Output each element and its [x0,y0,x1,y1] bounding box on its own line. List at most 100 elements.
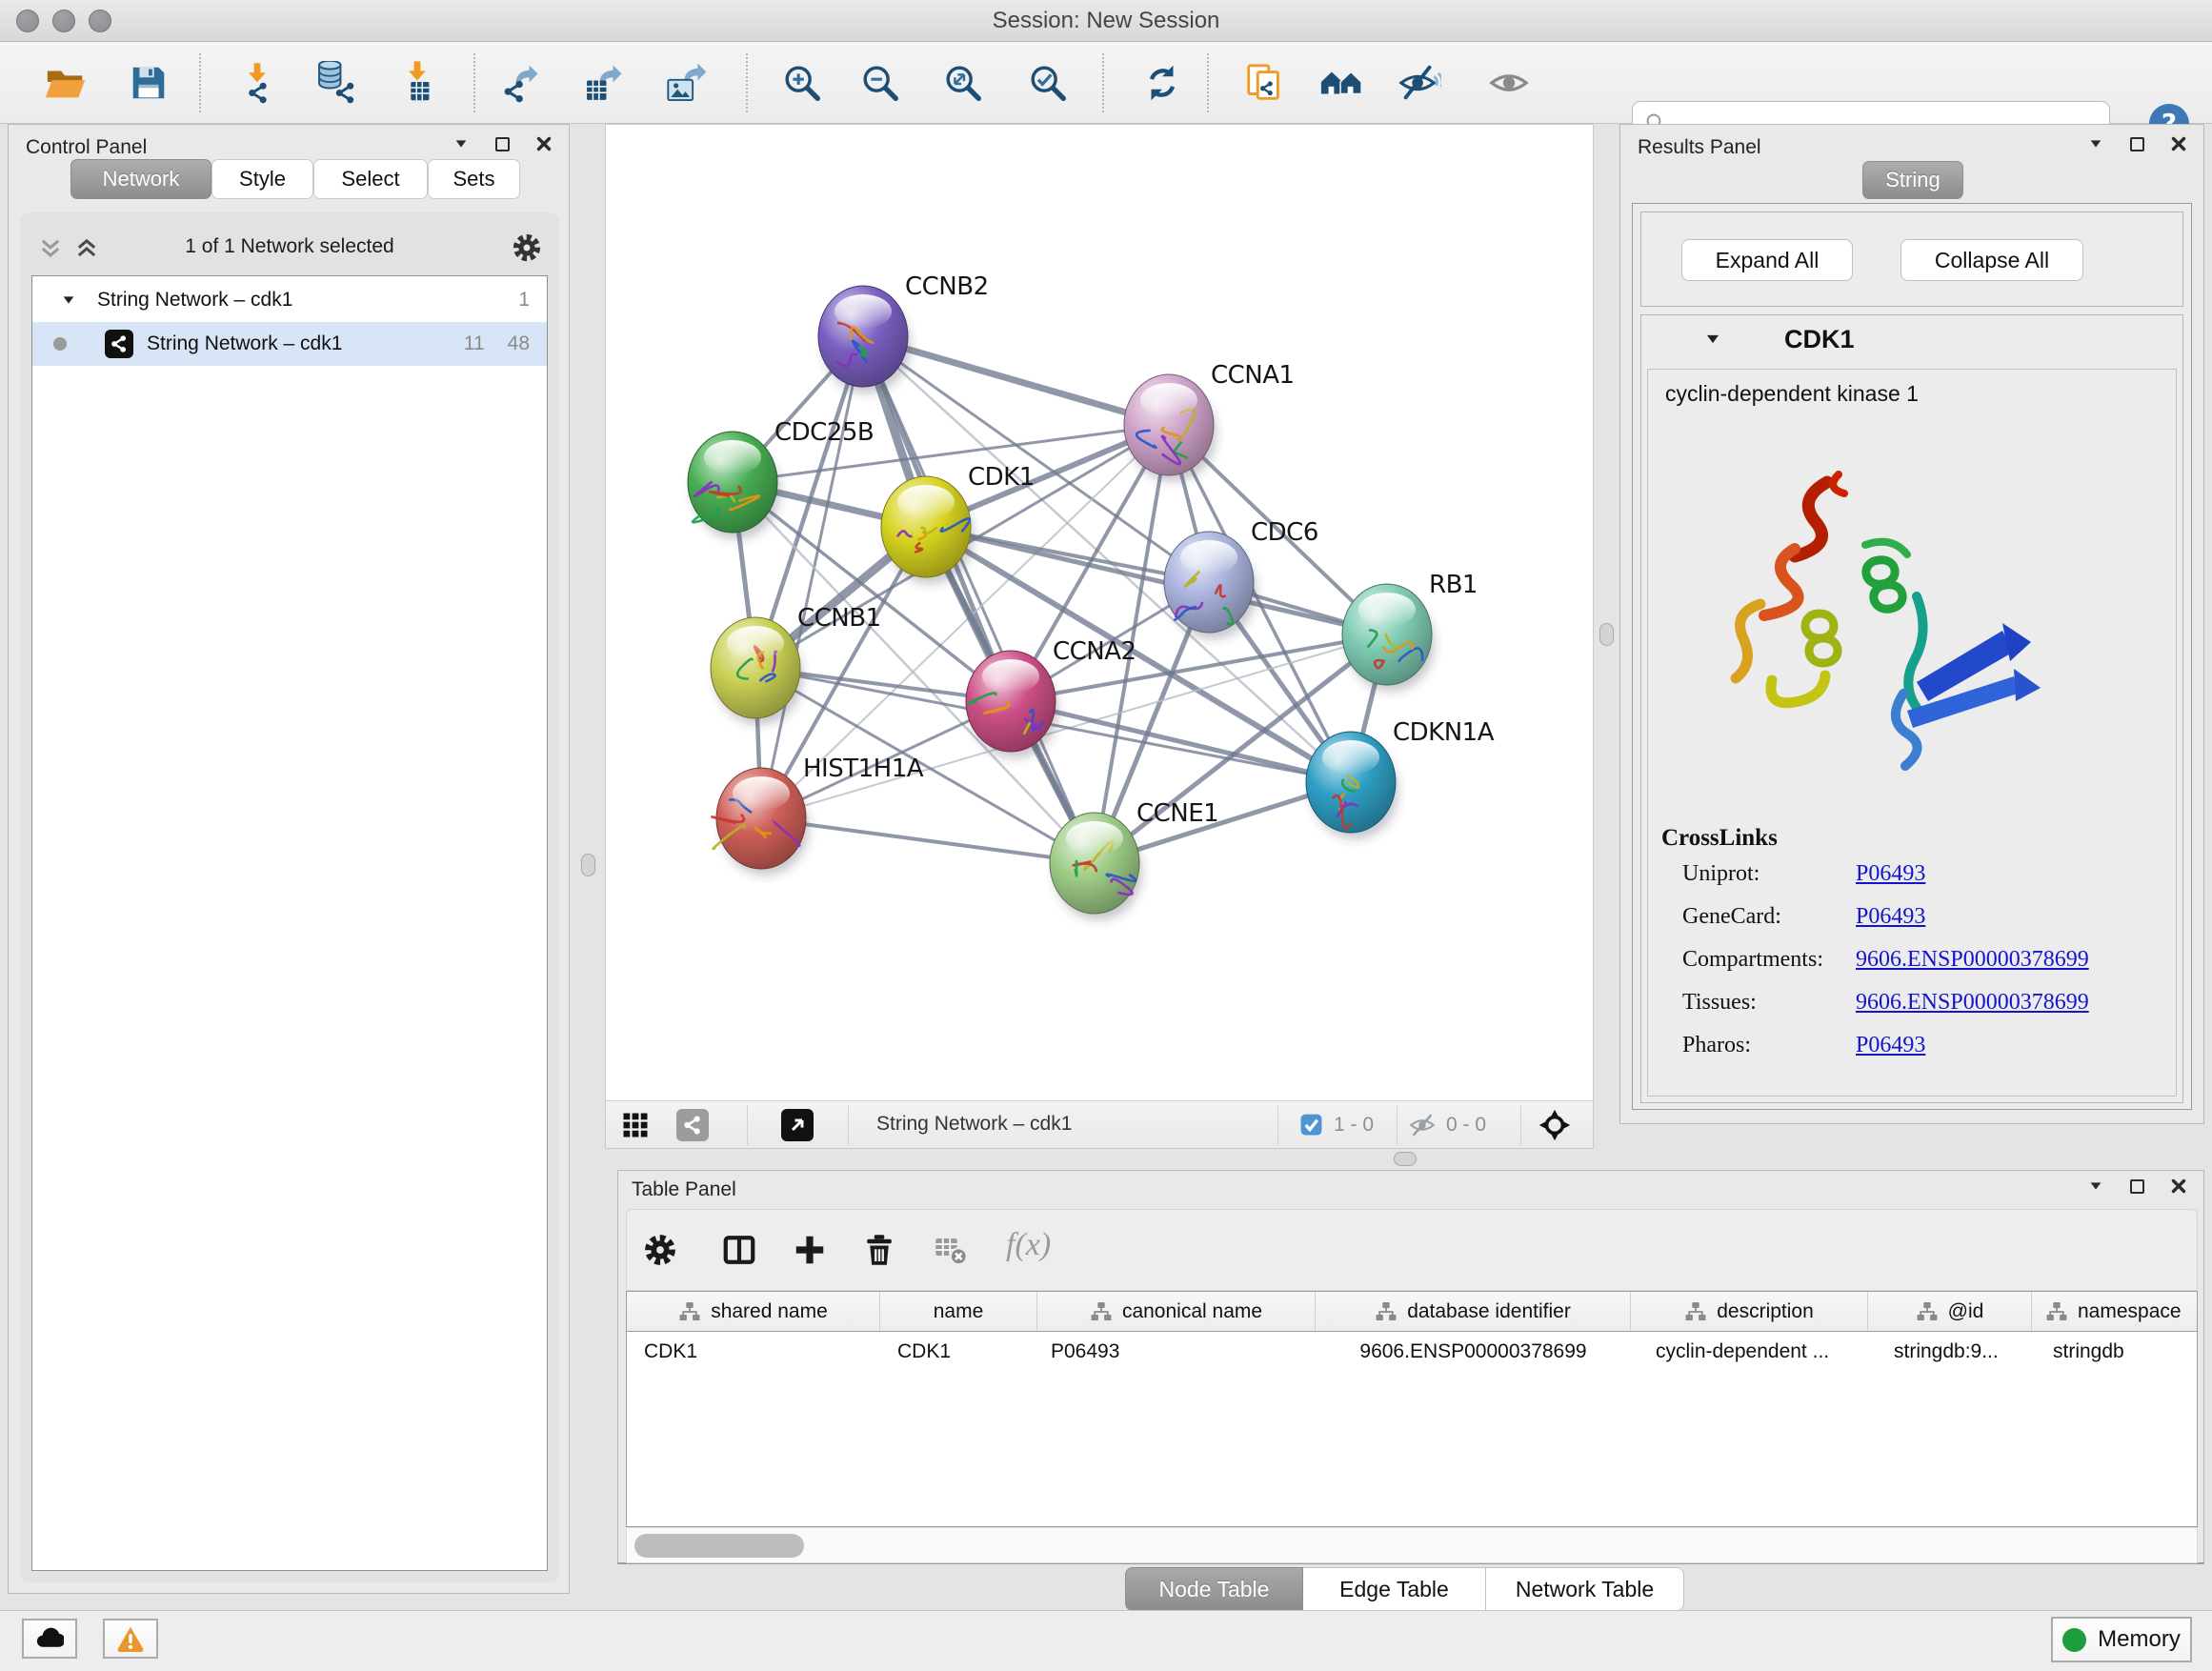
network-edge-CCNE1-HIST1H1A[interactable] [761,818,1095,863]
panel-menu-icon[interactable] [452,134,471,153]
tab-edge-table[interactable]: Edge Table [1303,1567,1486,1611]
crosslink-uniprot-link[interactable]: P06493 [1856,861,1925,887]
tab-node-table[interactable]: Node Table [1125,1567,1303,1611]
table-cell[interactable]: P06493 [1037,1332,1316,1372]
table-cell[interactable]: cyclin-dependent ... [1631,1332,1868,1372]
column-header-canonical-name[interactable]: canonical name [1037,1292,1316,1331]
save-session-icon[interactable] [126,60,171,106]
column-header-name[interactable]: name [880,1292,1037,1331]
table-row[interactable]: CDK1CDK1P064939606.ENSP00000378699cyclin… [627,1332,2197,1372]
level-of-detail-icon[interactable] [1486,60,1532,106]
column-header-label: name [934,1300,984,1323]
panel-menu-icon[interactable] [2086,1177,2105,1196]
tab-style[interactable]: Style [211,159,313,199]
table-cell[interactable]: CDK1 [880,1332,1037,1372]
copy-network-icon[interactable] [1241,60,1287,106]
import-table-icon[interactable] [394,60,440,106]
network-edge-CCNB2-HIST1H1A[interactable] [761,336,863,818]
hierarchy-icon [1684,1300,1707,1323]
open-session-icon[interactable] [42,60,88,106]
crosslink-genecard-link[interactable]: P06493 [1856,904,1925,930]
scrollbar-thumb[interactable] [634,1534,804,1558]
panel-close-icon[interactable] [2169,1177,2188,1196]
first-neighbors-icon[interactable] [1318,60,1364,106]
window-zoom-button[interactable] [89,10,111,32]
hierarchy-icon [1375,1300,1398,1323]
gene-expand-icon[interactable] [1704,331,1721,352]
window-minimize-button[interactable] [52,10,75,32]
tab-network[interactable]: Network [70,159,211,199]
import-network-from-database-icon[interactable] [312,60,358,106]
table-options-gear-icon[interactable] [643,1233,679,1269]
network-node-CDKN1A[interactable] [1306,732,1398,839]
panel-menu-icon[interactable] [2086,134,2105,153]
table-cell[interactable]: CDK1 [627,1332,880,1372]
table-cell[interactable]: stringdb:9... [1868,1332,2032,1372]
network-node-CDC25B[interactable] [688,432,780,539]
collection-expand-icon[interactable] [61,292,76,308]
network-canvas[interactable]: CCNB2CCNA1CDC25BCDK1CDC6RB1CCNB1CCNA2CDK… [606,125,1593,1100]
column-header-@id[interactable]: @id [1868,1292,2032,1331]
table-cell[interactable]: 9606.ENSP00000378699 [1316,1332,1631,1372]
grid-view-icon[interactable] [619,1109,652,1141]
toolbar-separator [746,53,748,112]
network-node-RB1[interactable] [1342,584,1435,692]
hidden-items-icon[interactable] [1408,1111,1437,1144]
crosslink-pharos-link[interactable]: P06493 [1856,1033,1925,1058]
network-edge-CCNB2-CCNE1[interactable] [863,336,1095,863]
network-row-selected[interactable]: String Network – cdk1 11 48 [32,322,547,366]
network-share-icon[interactable] [676,1109,709,1141]
network-node-CCNA1[interactable] [1124,374,1217,482]
network-node-HIST1H1A[interactable] [712,768,809,876]
fit-selected-crosshair-icon[interactable] [1538,1108,1572,1147]
bottom-splitter-handle[interactable] [1394,1152,1417,1166]
column-header-description[interactable]: description [1631,1292,1868,1331]
cloud-status-button[interactable] [22,1619,77,1659]
panel-close-icon[interactable] [2169,134,2188,153]
panel-float-icon[interactable] [2130,1179,2144,1194]
table-cell[interactable]: stringdb [2032,1332,2198,1372]
panel-float-icon[interactable] [495,137,510,151]
refresh-layout-icon[interactable] [1139,60,1185,106]
network-options-gear-icon[interactable] [512,232,542,263]
show-hide-graphics-icon[interactable] [1397,60,1442,106]
column-header-shared-name[interactable]: shared name [627,1292,880,1331]
show-columns-icon[interactable] [722,1233,758,1269]
tab-network-table[interactable]: Network Table [1486,1567,1684,1611]
table-horizontal-scrollbar[interactable] [626,1527,2198,1563]
zoom-selected-icon[interactable] [1025,60,1071,106]
left-splitter-handle[interactable] [581,854,595,876]
birds-eye-view-icon[interactable] [781,1109,814,1141]
panel-close-icon[interactable] [534,134,553,153]
expand-all-button[interactable]: Expand All [1681,239,1853,281]
crosslink-compartments-link[interactable]: 9606.ENSP00000378699 [1856,947,2089,973]
warnings-button[interactable] [103,1619,158,1659]
crosslinks-title: CrossLinks [1661,825,1778,852]
panel-float-icon[interactable] [2130,137,2144,151]
crosslink-tissues-link[interactable]: 9606.ENSP00000378699 [1856,990,2089,1016]
create-column-icon[interactable] [793,1233,829,1269]
network-node-CCNE1[interactable] [1050,813,1142,920]
network-node-CCNB1[interactable] [711,617,803,725]
window-close-button[interactable] [16,10,39,32]
zoom-fit-icon[interactable] [940,60,986,106]
column-header-database-identifier[interactable]: database identifier [1316,1292,1631,1331]
network-node-CCNB2[interactable] [818,286,911,393]
import-network-icon[interactable] [234,60,280,106]
column-header-namespace[interactable]: namespace [2032,1292,2198,1331]
selected-checkbox-icon[interactable] [1299,1113,1323,1141]
collapse-all-button[interactable]: Collapse All [1900,239,2083,281]
zoom-in-icon[interactable] [779,60,825,106]
export-table-icon[interactable] [579,60,625,106]
network-node-CDK1[interactable] [881,476,974,584]
tab-select[interactable]: Select [313,159,428,199]
export-image-icon[interactable] [662,60,708,106]
memory-button[interactable]: Memory [2051,1617,2192,1662]
network-collection-row[interactable]: String Network – cdk1 1 [32,278,547,322]
zoom-out-icon[interactable] [857,60,903,106]
right-splitter-handle[interactable] [1599,623,1614,646]
tab-string[interactable]: String [1862,161,1963,199]
export-network-icon[interactable] [497,60,543,106]
delete-column-icon[interactable] [862,1233,898,1269]
tab-sets[interactable]: Sets [428,159,520,199]
